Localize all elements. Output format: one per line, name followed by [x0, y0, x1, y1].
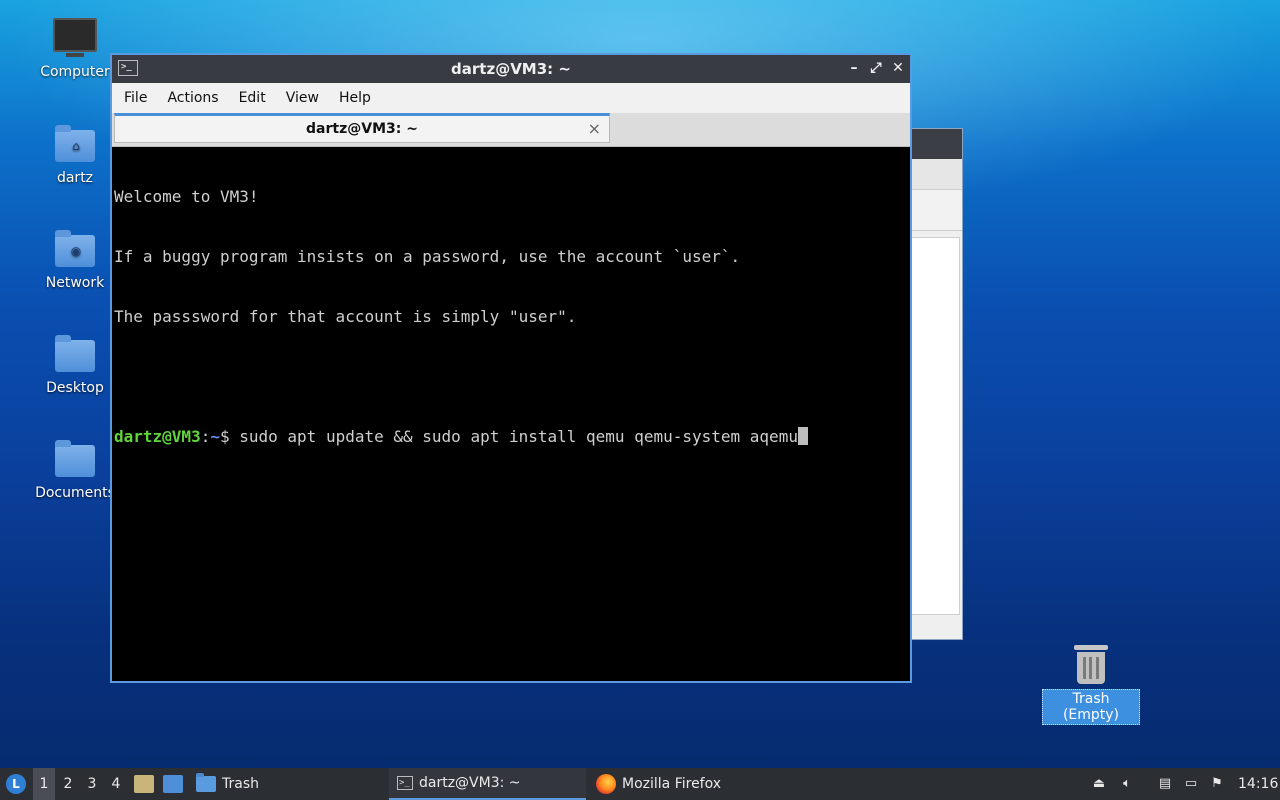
updates-icon: ⚑: [1211, 776, 1223, 791]
prompt-symbol: $: [219, 427, 240, 446]
window-title: dartz@VM3: ~: [451, 60, 571, 78]
quicklaunch-file-manager[interactable]: [134, 768, 154, 800]
workspace-2[interactable]: 2: [57, 768, 79, 800]
terminal-line: If a buggy program insists on a password…: [114, 247, 741, 266]
command-input[interactable]: sudo apt update && sudo apt install qemu…: [239, 427, 798, 446]
menu-bar: File Actions Edit View Help: [112, 83, 910, 113]
terminal-line: The passsword for that account is simply…: [114, 307, 577, 326]
close-button[interactable]: ✕: [890, 59, 906, 77]
network-folder-icon: ◉: [53, 229, 97, 269]
eject-icon: ⏏: [1092, 776, 1106, 791]
task-firefox[interactable]: Mozilla Firefox: [588, 768, 729, 800]
tab-label: dartz@VM3: ~: [306, 121, 418, 137]
menu-view[interactable]: View: [276, 90, 329, 106]
prompt-colon: :: [200, 427, 211, 446]
desktop-icon-desktop[interactable]: Desktop: [33, 334, 117, 396]
task-label: Mozilla Firefox: [622, 776, 722, 792]
desktop-icon-computer[interactable]: Computer: [33, 18, 117, 80]
computer-icon: [53, 18, 97, 58]
folder-icon: [53, 334, 97, 374]
desktop-icon-label: Computer: [40, 64, 110, 80]
task-terminal[interactable]: >_ dartz@VM3: ~: [389, 768, 586, 800]
tray-volume[interactable]: 🔈︎: [1118, 768, 1136, 800]
terminal-line: Welcome to VM3!: [114, 187, 259, 206]
tray-eject[interactable]: ⏏: [1090, 768, 1108, 800]
tab-close-icon[interactable]: ×: [588, 119, 601, 138]
home-folder-icon: ⌂: [53, 124, 97, 164]
desktop-icon-label: Desktop: [46, 380, 104, 396]
desktop-icon-label: Documents: [35, 485, 115, 501]
tray-network[interactable]: ▭: [1182, 768, 1200, 800]
clipboard-icon: ▤: [1158, 776, 1172, 791]
menu-file[interactable]: File: [114, 90, 157, 106]
tray-clipboard[interactable]: ▤: [1156, 768, 1174, 800]
show-desktop-icon: [163, 775, 183, 793]
tray-updates[interactable]: ⚑: [1208, 768, 1226, 800]
tab-terminal[interactable]: dartz@VM3: ~ ×: [114, 113, 610, 143]
volume-icon: 🔈︎: [1123, 776, 1131, 791]
desktop-icon-label: dartz: [56, 170, 94, 186]
background-window-content: [911, 237, 960, 615]
desktop-icon-documents[interactable]: Documents: [33, 439, 117, 501]
workspace-4[interactable]: 4: [105, 768, 127, 800]
trash-label: Trash (Empty): [1042, 689, 1140, 725]
terminal-prompt-line: dartz@VM3:~$ sudo apt update && sudo apt…: [114, 427, 910, 447]
prompt-user-host: dartz@VM3: [114, 427, 201, 446]
lubuntu-logo-icon: L: [6, 774, 26, 794]
task-label: Trash: [222, 776, 259, 792]
prompt-path: ~: [210, 427, 220, 446]
start-menu-button[interactable]: L: [4, 768, 28, 800]
quicklaunch-show-desktop[interactable]: [163, 768, 183, 800]
terminal-icon: >_: [397, 776, 413, 790]
workspace-1[interactable]: 1: [33, 768, 55, 800]
clock[interactable]: 14:16: [1238, 768, 1278, 800]
desktop-icon-dartz[interactable]: ⌂ dartz: [33, 124, 117, 186]
background-window-location-bar: [911, 190, 962, 231]
taskbar: L 1 2 3 4 Trash >_ dartz@VM3: ~ Mozilla …: [0, 768, 1280, 800]
trash-icon: [1074, 645, 1108, 685]
desktop-icon-network[interactable]: ◉ Network: [33, 229, 117, 291]
desktop-icon-label: Network: [45, 275, 105, 291]
background-window-toolbar: [911, 159, 962, 190]
task-label: dartz@VM3: ~: [419, 775, 521, 791]
task-trash[interactable]: Trash: [188, 768, 267, 800]
tab-strip: dartz@VM3: ~ ×: [112, 113, 910, 147]
background-window-titlebar[interactable]: [911, 129, 962, 159]
desktop-icon-trash[interactable]: Trash (Empty): [1042, 645, 1140, 725]
terminal-output[interactable]: Welcome to VM3! If a buggy program insis…: [114, 147, 910, 681]
firefox-icon: [596, 774, 616, 794]
maximize-button[interactable]: ⤢: [868, 59, 884, 77]
text-cursor: [797, 427, 808, 445]
terminal-window[interactable]: >_ dartz@VM3: ~ – ⤢ ✕ File Actions Edit …: [110, 53, 912, 683]
folder-icon: [53, 439, 97, 479]
menu-actions[interactable]: Actions: [157, 90, 228, 106]
menu-help[interactable]: Help: [329, 90, 381, 106]
network-icon: ▭: [1184, 776, 1198, 791]
background-window[interactable]: [910, 128, 963, 640]
folder-icon: [196, 773, 216, 792]
file-manager-icon: [134, 775, 154, 793]
menu-edit[interactable]: Edit: [229, 90, 276, 106]
workspace-3[interactable]: 3: [81, 768, 103, 800]
minimize-button[interactable]: –: [846, 59, 862, 77]
terminal-titlebar[interactable]: >_ dartz@VM3: ~ – ⤢ ✕: [112, 55, 910, 83]
